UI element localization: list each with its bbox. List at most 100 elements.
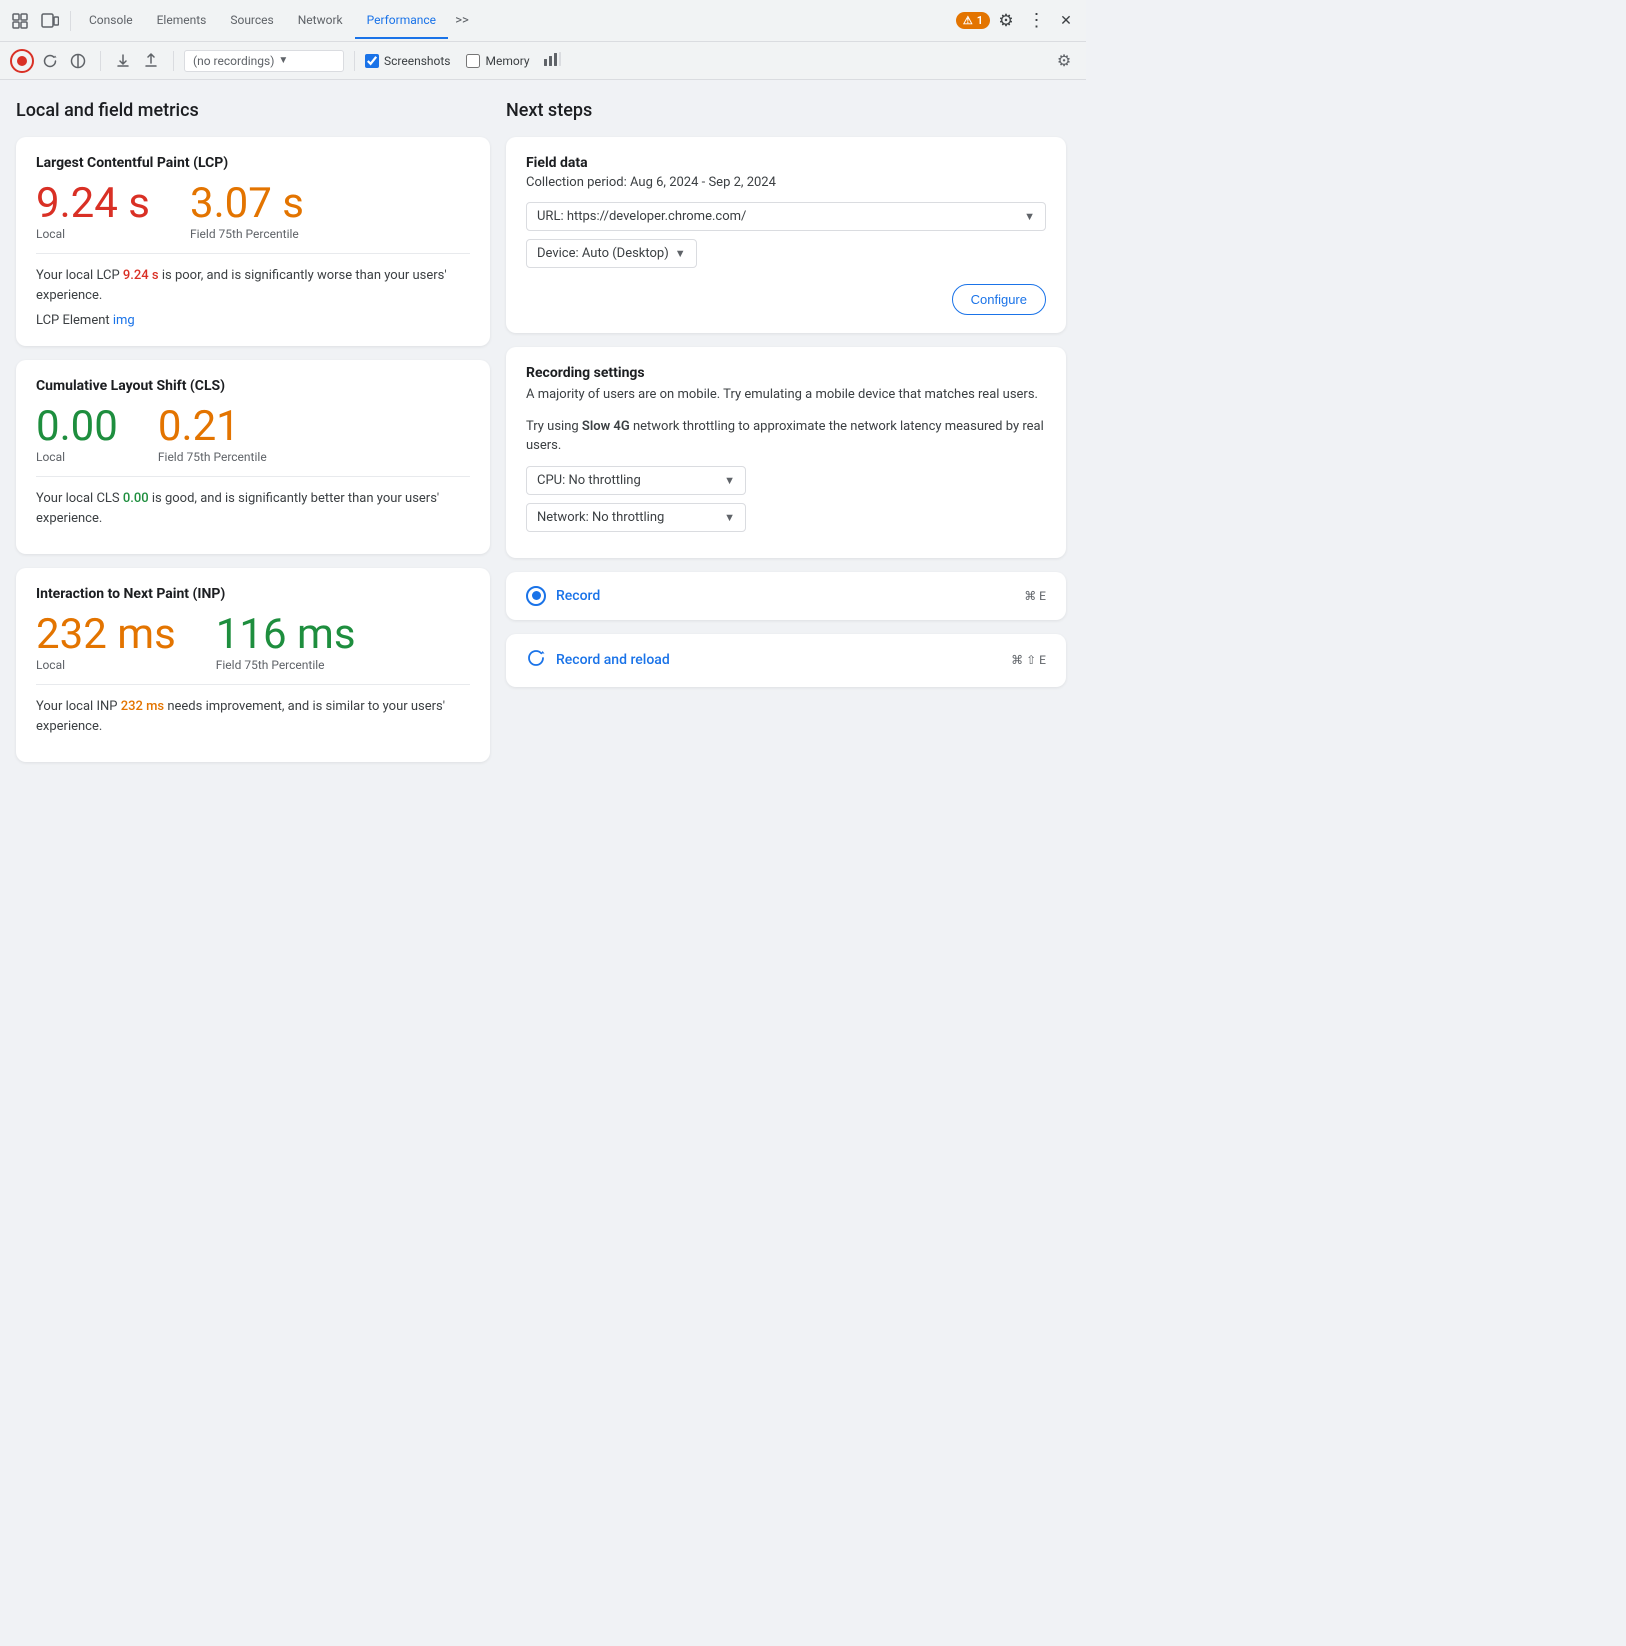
- record-reload-action-label: Record and reload: [556, 652, 670, 668]
- inp-description: Your local INP 232 ms needs improvement,…: [36, 697, 470, 736]
- cls-field-value: 0.21: [158, 406, 267, 448]
- url-dropdown-arrow-icon: ▼: [1024, 210, 1035, 223]
- more-tabs-button[interactable]: >>: [448, 7, 476, 35]
- cpu-throttle-label: CPU: No throttling: [537, 473, 641, 488]
- device-dropdown-arrow-icon: ▼: [675, 247, 686, 260]
- cls-field-label: Field 75th Percentile: [158, 450, 267, 464]
- inp-values-row: 232 ms Local 116 ms Field 75th Percentil…: [36, 614, 470, 672]
- tab-elements[interactable]: Elements: [145, 3, 219, 39]
- inp-field-value: 116 ms: [216, 614, 356, 656]
- screenshots-checkbox-label[interactable]: Screenshots: [365, 54, 450, 68]
- main-content: Local and field metrics Largest Contentf…: [0, 80, 1086, 796]
- warning-count: 1: [977, 14, 983, 27]
- recordings-label: (no recordings): [193, 54, 274, 68]
- record-inner-dot-icon: [532, 591, 541, 600]
- lcp-field-block: 3.07 s Field 75th Percentile: [190, 183, 304, 241]
- recording-settings-title: Recording settings: [526, 365, 1046, 381]
- cls-card: Cumulative Layout Shift (CLS) 0.00 Local…: [16, 360, 490, 554]
- inp-field-label: Field 75th Percentile: [216, 658, 356, 672]
- cpu-dropdown-arrow-icon: ▼: [724, 474, 735, 487]
- record-reload-action-card[interactable]: Record and reload ⌘ ⇧ E: [506, 634, 1066, 687]
- lcp-values-row: 9.24 s Local 3.07 s Field 75th Percentil…: [36, 183, 470, 241]
- export-button[interactable]: [111, 49, 135, 73]
- lcp-desc-value: 9.24 s: [123, 268, 159, 283]
- tab-performance[interactable]: Performance: [355, 3, 448, 39]
- lcp-local-value: 9.24 s: [36, 183, 150, 225]
- warning-badge[interactable]: ⚠ 1: [956, 12, 990, 29]
- cpu-throttle-dropdown[interactable]: CPU: No throttling ▼: [526, 466, 746, 495]
- performance-settings-button[interactable]: ⚙: [1052, 49, 1076, 73]
- lcp-field-value: 3.07 s: [190, 183, 304, 225]
- cls-desc-value: 0.00: [123, 491, 149, 506]
- slow-4g-text: Slow 4G: [582, 419, 630, 434]
- lcp-element-row: LCP Element img: [36, 313, 470, 328]
- lcp-element-link[interactable]: img: [113, 313, 135, 328]
- devtools-responsive-icon[interactable]: [36, 7, 64, 35]
- gear-icon: ⚙: [998, 11, 1013, 31]
- lcp-card: Largest Contentful Paint (LCP) 9.24 s Lo…: [16, 137, 490, 346]
- performance-toolbar: (no recordings) ▼ Screenshots Memory ⚙: [0, 42, 1086, 80]
- close-icon: ✕: [1060, 12, 1072, 29]
- reload-record-button[interactable]: [38, 49, 62, 73]
- tab-sources[interactable]: Sources: [218, 3, 285, 39]
- recordings-dropdown[interactable]: (no recordings) ▼: [184, 50, 344, 72]
- right-section-title: Next steps: [506, 100, 1066, 121]
- tab-console[interactable]: Console: [77, 3, 145, 39]
- toolbar2-divider2: [173, 51, 174, 71]
- memory-checkbox[interactable]: [466, 54, 480, 68]
- inp-card: Interaction to Next Paint (INP) 232 ms L…: [16, 568, 490, 762]
- lcp-local-block: 9.24 s Local: [36, 183, 150, 241]
- more-options-button[interactable]: ⋮: [1022, 7, 1050, 35]
- network-throttle-dropdown[interactable]: Network: No throttling ▼: [526, 503, 746, 532]
- kebab-icon: ⋮: [1028, 10, 1045, 31]
- gear-icon-2: ⚙: [1057, 51, 1071, 70]
- memory-label: Memory: [485, 54, 529, 68]
- device-dropdown[interactable]: Device: Auto (Desktop) ▼: [526, 239, 697, 268]
- screenshots-checkbox[interactable]: [365, 54, 379, 68]
- left-section-title: Local and field metrics: [16, 100, 490, 121]
- left-panel: Local and field metrics Largest Contentf…: [16, 100, 506, 776]
- devtools-picker-icon[interactable]: [6, 7, 34, 35]
- stop-button[interactable]: [66, 49, 90, 73]
- cls-local-value: 0.00: [36, 406, 118, 448]
- devtools-tabs: Console Elements Sources Network Perform…: [77, 3, 476, 39]
- lcp-description: Your local LCP 9.24 s is poor, and is si…: [36, 266, 470, 305]
- screenshots-label: Screenshots: [384, 54, 450, 68]
- lcp-divider: [36, 253, 470, 254]
- url-dropdown[interactable]: URL: https://developer.chrome.com/ ▼: [526, 202, 1046, 231]
- cls-description: Your local CLS 0.00 is good, and is sign…: [36, 489, 470, 528]
- settings-button[interactable]: ⚙: [992, 7, 1020, 35]
- cls-values-row: 0.00 Local 0.21 Field 75th Percentile: [36, 406, 470, 464]
- inp-divider: [36, 684, 470, 685]
- cls-field-block: 0.21 Field 75th Percentile: [158, 406, 267, 464]
- lcp-title: Largest Contentful Paint (LCP): [36, 155, 470, 171]
- toolbar2-divider: [100, 51, 101, 71]
- recordings-arrow-icon: ▼: [278, 55, 288, 66]
- record-button[interactable]: [10, 49, 34, 73]
- tab-network[interactable]: Network: [286, 3, 355, 39]
- inp-local-value: 232 ms: [36, 614, 176, 656]
- record-reload-action-left: Record and reload: [526, 648, 1011, 673]
- record-dot-icon: [17, 56, 27, 66]
- close-devtools-button[interactable]: ✕: [1052, 7, 1080, 35]
- network-throttle-label: Network: No throttling: [537, 510, 664, 525]
- network-conditions-icon[interactable]: [542, 51, 562, 71]
- record-action-card[interactable]: Record ⌘ E: [506, 572, 1066, 620]
- record-reload-icon: [526, 648, 546, 673]
- toolbar-divider-1: [70, 11, 71, 31]
- memory-checkbox-label[interactable]: Memory: [466, 54, 529, 68]
- cls-divider: [36, 476, 470, 477]
- import-button[interactable]: [139, 49, 163, 73]
- inp-local-block: 232 ms Local: [36, 614, 176, 672]
- url-label: URL: https://developer.chrome.com/: [537, 209, 746, 224]
- lcp-field-label: Field 75th Percentile: [190, 227, 304, 241]
- configure-button[interactable]: Configure: [952, 284, 1046, 315]
- inp-desc-value: 232 ms: [121, 699, 164, 714]
- record-shortcut: ⌘ E: [1024, 589, 1046, 603]
- record-action-left: Record: [526, 586, 1024, 606]
- toolbar2-divider3: [354, 51, 355, 71]
- recording-desc-1: A majority of users are on mobile. Try e…: [526, 385, 1046, 405]
- right-panel: Next steps Field data Collection period:…: [506, 100, 1066, 776]
- cls-local-label: Local: [36, 450, 118, 464]
- recording-settings-card: Recording settings A majority of users a…: [506, 347, 1066, 558]
